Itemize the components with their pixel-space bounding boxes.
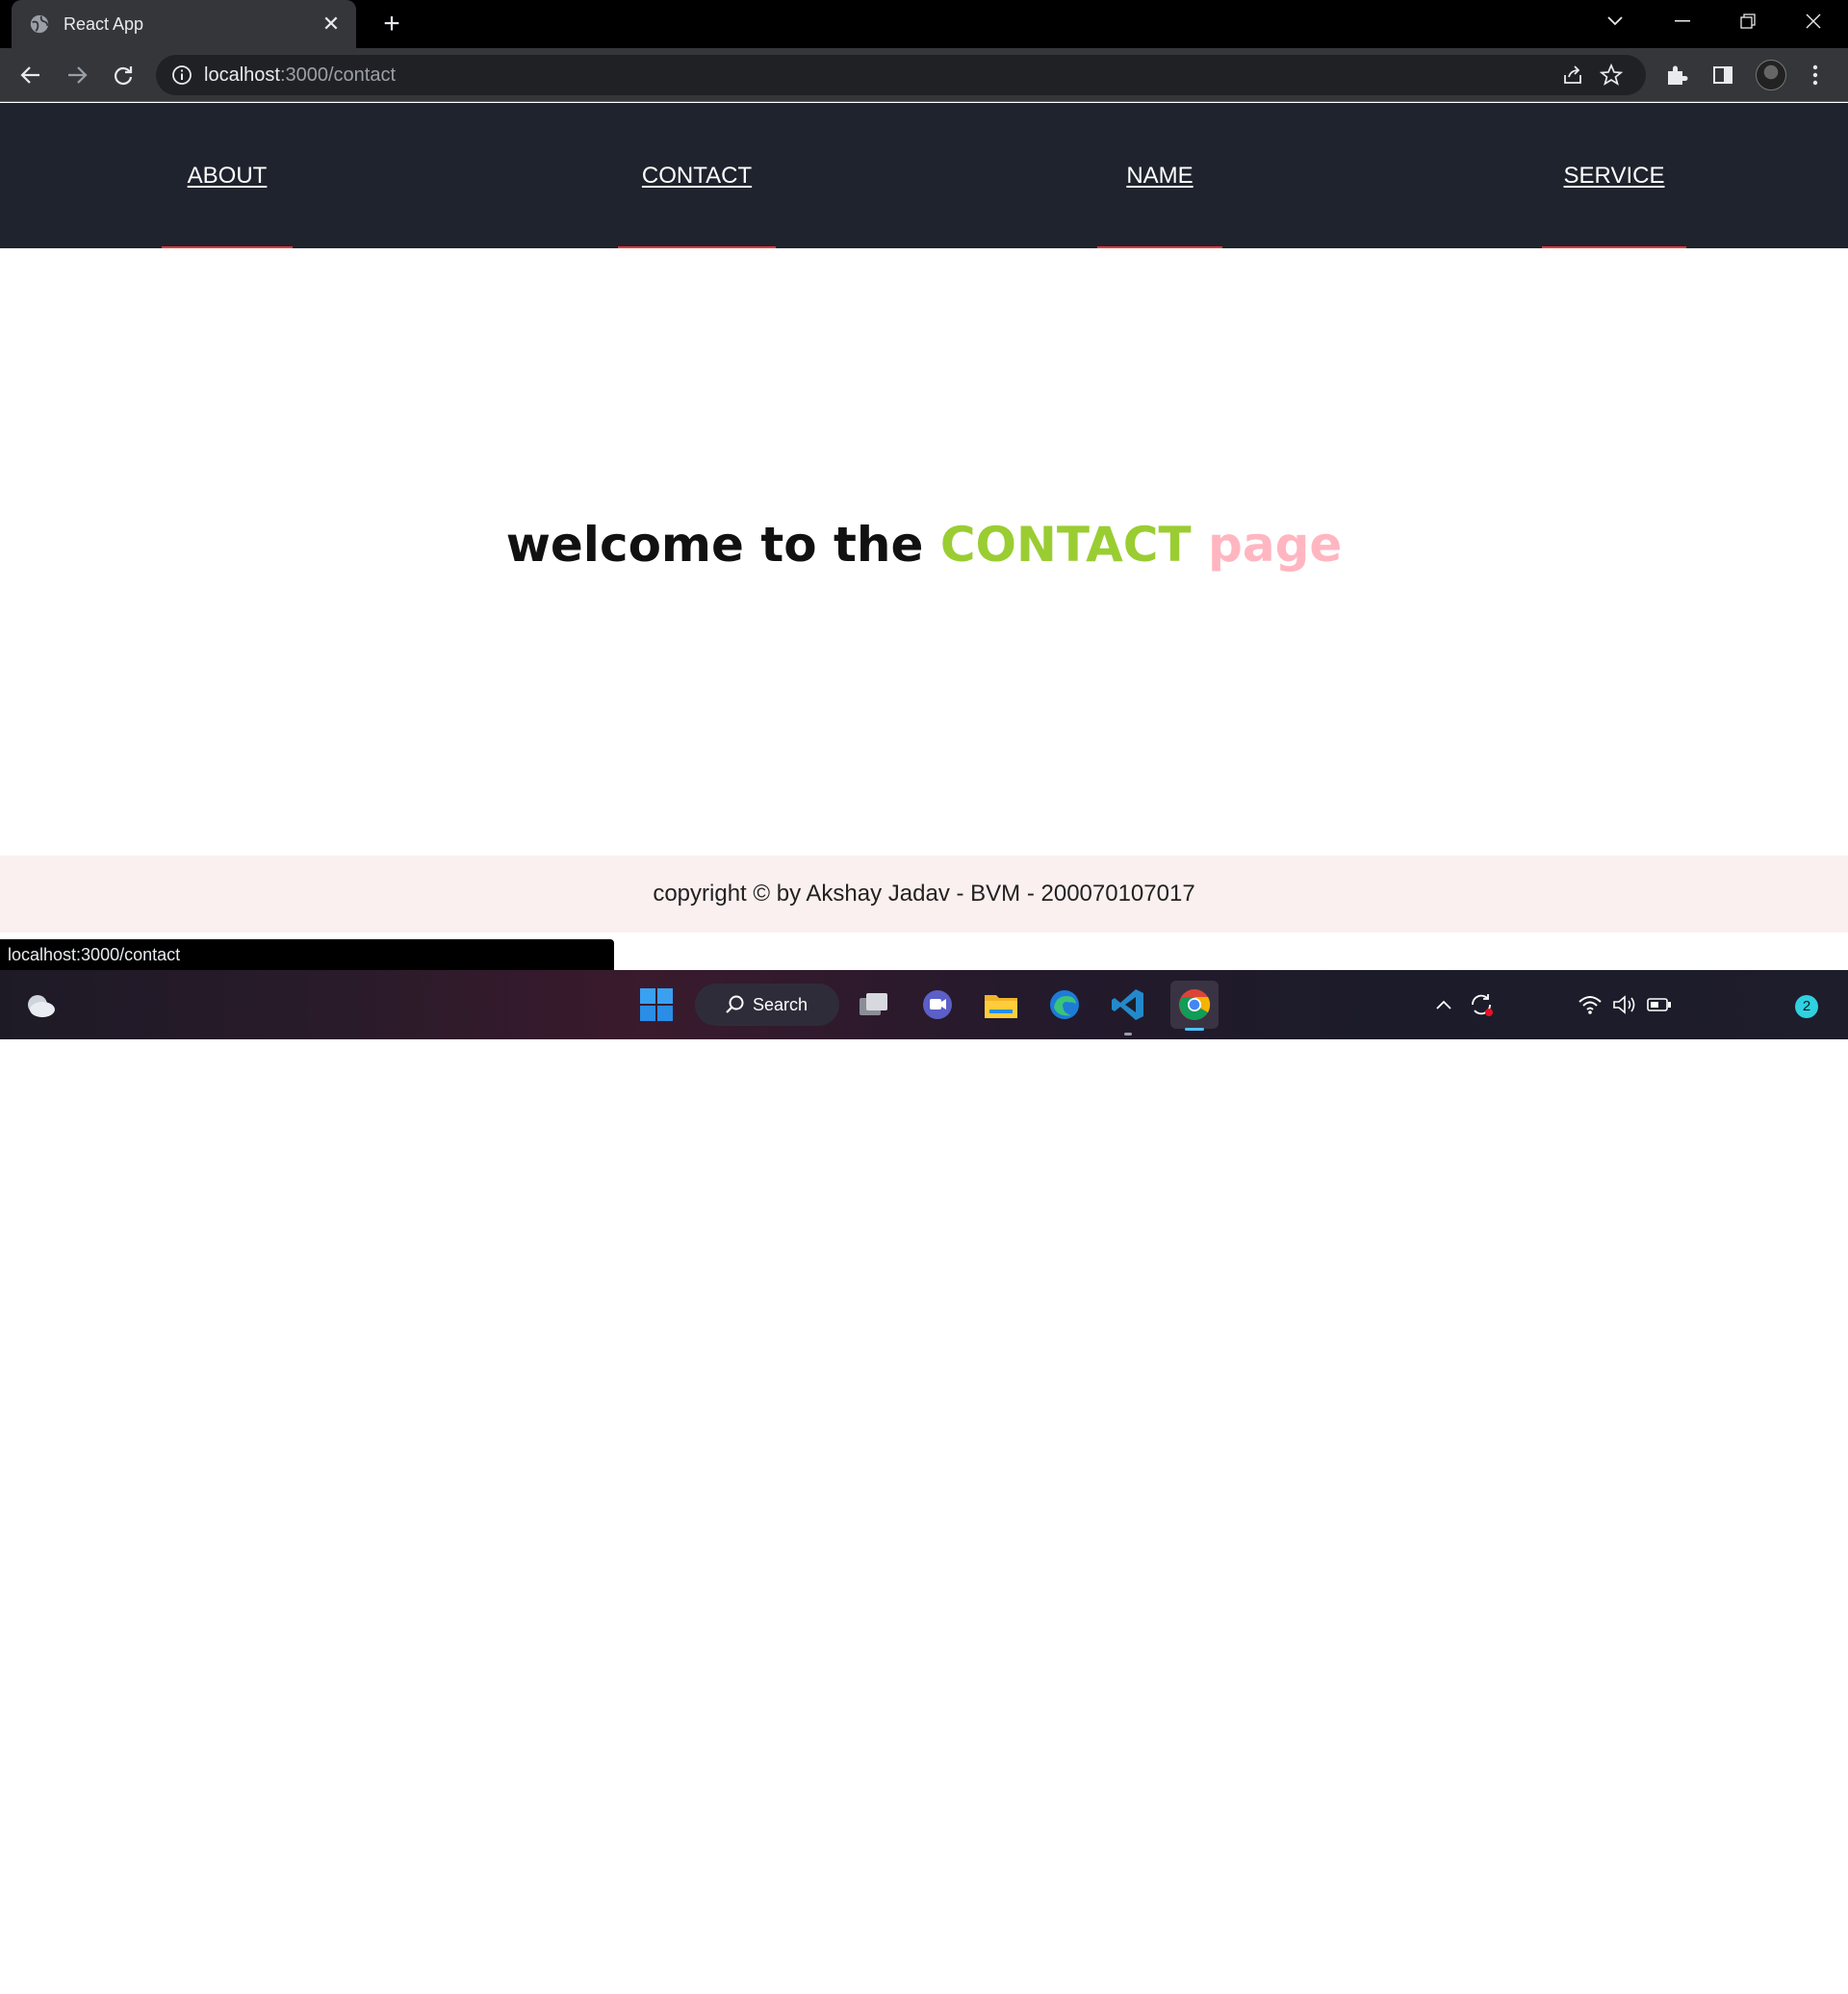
speaker-icon	[1613, 995, 1635, 1014]
browser-tab[interactable]: React App ✕	[12, 0, 356, 48]
arrow-left-icon	[20, 66, 39, 84]
sync-icon	[1472, 994, 1493, 1016]
tab-search-button[interactable]	[1584, 0, 1646, 42]
link-status-bubble: localhost:3000/contact	[0, 939, 614, 970]
nav-item-service[interactable]: SERVICE	[1542, 103, 1686, 248]
nav-link-name[interactable]: NAME	[1126, 163, 1193, 190]
heading-prefix: welcome to the	[505, 517, 924, 573]
notification-badge[interactable]: 2	[1795, 995, 1818, 1018]
url-text[interactable]: localhost:3000/contact	[204, 64, 396, 87]
start-button[interactable]	[635, 984, 678, 1026]
chevron-up-icon	[1436, 1000, 1451, 1010]
site-navbar: ABOUT CONTACT NAME SERVICE	[0, 103, 1848, 248]
side-panel-icon	[1713, 66, 1732, 84]
running-indicator	[1124, 1033, 1132, 1035]
browser-tab-strip: React App ✕ +	[0, 0, 1848, 48]
chevron-down-icon	[1607, 16, 1623, 26]
weather-widget[interactable]	[19, 984, 62, 1026]
taskbar-search[interactable]: Search	[695, 984, 839, 1026]
windows-logo-icon	[640, 988, 673, 1021]
arrow-right-icon	[68, 66, 88, 84]
chrome-button[interactable]	[1170, 981, 1219, 1031]
site-footer: copyright © by Akshay Jadav - BVM - 2000…	[0, 856, 1848, 933]
share-icon[interactable]	[1561, 64, 1584, 87]
task-view-button[interactable]	[853, 984, 895, 1026]
wifi-button[interactable]	[1573, 984, 1607, 1026]
close-window-button[interactable]	[1783, 0, 1844, 42]
language-indicator[interactable]: ENG IN	[1511, 1952, 1563, 1994]
nav-item-name[interactable]: NAME	[1097, 103, 1222, 248]
reload-icon	[114, 66, 133, 86]
nav-link-contact[interactable]: CONTACT	[642, 163, 752, 190]
back-button[interactable]	[12, 56, 50, 94]
language-code: ENG	[1519, 1953, 1555, 1971]
clock-date: 18-05-2023	[1703, 1974, 1786, 1992]
footer-copyright: copyright © by Akshay Jadav - BVM - 2000…	[653, 881, 1195, 907]
minimize-icon	[1675, 20, 1690, 22]
address-bar[interactable]: localhost:3000/contact	[156, 55, 1646, 95]
clock-time: 11:43	[1746, 1953, 1786, 1971]
kebab-menu-icon	[1812, 64, 1818, 86]
active-indicator	[1185, 1028, 1204, 1031]
browser-toolbar: localhost:3000/contact	[0, 48, 1848, 102]
restore-button[interactable]	[1717, 0, 1779, 42]
nav-underline	[162, 246, 293, 248]
search-label: Search	[753, 994, 808, 1014]
side-panel-button[interactable]	[1709, 62, 1736, 89]
file-explorer-button[interactable]	[980, 984, 1022, 1026]
battery-icon	[1647, 998, 1671, 1011]
chrome-browser-icon	[1179, 989, 1211, 1020]
show-hidden-icons-button[interactable]	[1430, 984, 1457, 1026]
tab-title: React App	[64, 13, 144, 34]
extensions-button[interactable]	[1663, 62, 1690, 89]
wifi-icon	[1578, 996, 1602, 1014]
clock[interactable]: 11:43 18-05-2023	[1684, 1952, 1786, 1994]
task-view-icon	[860, 993, 887, 1015]
nav-item-contact[interactable]: CONTACT	[618, 103, 776, 248]
nav-underline	[618, 246, 776, 248]
edge-browser-icon	[1050, 990, 1079, 1019]
search-icon	[726, 995, 744, 1013]
info-icon[interactable]	[171, 64, 192, 86]
heading-highlight: CONTACT	[939, 517, 1192, 573]
folder-icon	[985, 995, 1017, 1018]
puzzle-icon	[1668, 65, 1688, 85]
nav-item-about[interactable]: ABOUT	[162, 103, 293, 248]
vscode-icon	[1112, 989, 1143, 1020]
os-taskbar: Search ENG IN 11:43 18-05-2023	[0, 970, 1848, 1992]
url-host: localhost	[204, 64, 280, 86]
sync-status-button[interactable]	[1465, 984, 1498, 1026]
restore-icon	[1740, 13, 1756, 29]
nav-link-service[interactable]: SERVICE	[1564, 163, 1665, 190]
nav-underline	[1542, 246, 1686, 248]
heading-suffix: page	[1208, 517, 1343, 573]
profile-avatar[interactable]	[1756, 60, 1786, 90]
teams-chat-button[interactable]	[916, 984, 959, 1026]
nav-underline	[1097, 246, 1222, 248]
volume-button[interactable]	[1607, 984, 1642, 1026]
nav-link-about[interactable]: ABOUT	[188, 163, 268, 190]
vscode-button[interactable]	[1107, 984, 1149, 1035]
url-path: :3000/contact	[279, 64, 397, 86]
reload-button[interactable]	[104, 56, 142, 94]
forward-button[interactable]	[58, 56, 96, 94]
region-code: IN	[1528, 1974, 1546, 1992]
page-viewport: ABOUT CONTACT NAME SERVICE welcome to th…	[0, 103, 1848, 970]
bookmark-star-icon[interactable]	[1600, 64, 1623, 87]
close-icon	[1806, 13, 1821, 29]
globe-icon	[30, 14, 49, 34]
new-tab-button[interactable]: +	[375, 8, 408, 40]
cloud-icon	[28, 995, 55, 1017]
minimize-button[interactable]	[1652, 0, 1713, 42]
chrome-menu-button[interactable]	[1802, 62, 1829, 89]
edge-button[interactable]	[1043, 984, 1086, 1026]
tab-close-icon[interactable]: ✕	[320, 12, 343, 37]
chat-icon	[923, 990, 952, 1019]
battery-button[interactable]	[1642, 984, 1677, 1026]
page-heading: welcome to the CONTACT page	[0, 517, 1848, 573]
